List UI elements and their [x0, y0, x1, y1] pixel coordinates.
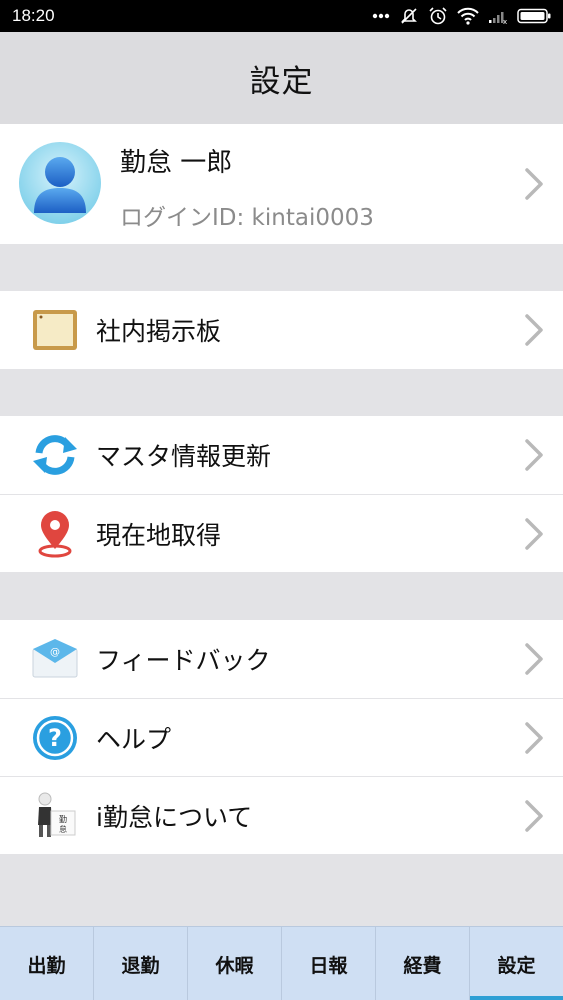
menu-item-label: i勤怠について	[96, 802, 253, 832]
tab-clock-in[interactable]: 出勤	[0, 927, 93, 1000]
profile-section: 勤怠 一郎 ログインID: kintai0003	[0, 124, 563, 244]
help-icon: ?	[30, 713, 80, 763]
about-icon: 勤 怠	[30, 791, 80, 841]
mute-icon	[399, 6, 419, 26]
menu-group-data: マスタ情報更新 現在地取得	[0, 416, 563, 572]
bottom-tab-bar: 出勤 退勤 休暇 日報 経費 設定	[0, 926, 563, 1000]
tab-daily-report[interactable]: 日報	[281, 927, 375, 1000]
status-icons: x	[372, 6, 551, 26]
login-id: ログインID: kintai0003	[120, 205, 374, 231]
wifi-icon	[457, 7, 479, 25]
tab-clock-out[interactable]: 退勤	[93, 927, 187, 1000]
page-title: 設定	[249, 63, 314, 100]
signal-icon: x	[488, 8, 508, 24]
chevron-right-icon	[525, 721, 543, 754]
svg-text:x: x	[503, 18, 507, 24]
more-dots-icon	[372, 13, 390, 19]
svg-text:怠: 怠	[59, 824, 67, 834]
menu-item-label: ヘルプ	[96, 724, 172, 754]
tab-expenses[interactable]: 経費	[375, 927, 469, 1000]
menu-group-bulletin: 社内掲示板	[0, 291, 563, 369]
battery-icon	[517, 8, 551, 24]
menu-item-master-update[interactable]: マスタ情報更新	[0, 416, 563, 494]
svg-text:?: ?	[48, 724, 62, 752]
chevron-right-icon	[525, 799, 543, 832]
chevron-right-icon	[525, 439, 543, 471]
menu-item-label: 現在地取得	[96, 520, 222, 550]
menu-item-label: 社内掲示板	[96, 317, 222, 346]
chevron-right-icon	[525, 517, 543, 550]
svg-text:@: @	[50, 647, 60, 658]
chevron-right-icon	[525, 643, 543, 675]
user-avatar-icon	[18, 141, 102, 225]
menu-item-feedback[interactable]: @ フィードバック	[0, 620, 563, 698]
refresh-icon	[30, 430, 80, 480]
menu-group-support: @ フィードバック ? ヘルプ 勤 怠 i勤怠について	[0, 620, 563, 854]
svg-text:勤: 勤	[59, 814, 67, 824]
profile-name: 勤怠 一郎	[120, 148, 233, 178]
menu-item-bulletin-board[interactable]: 社内掲示板	[0, 291, 563, 369]
menu-item-label: マスタ情報更新	[96, 442, 272, 471]
mail-icon: @	[30, 634, 80, 684]
tab-settings[interactable]: 設定	[469, 927, 563, 1000]
menu-item-current-location[interactable]: 現在地取得	[0, 494, 563, 572]
status-time: 18:20	[12, 6, 55, 25]
profile-row[interactable]: 勤怠 一郎 ログインID: kintai0003	[0, 124, 563, 244]
location-pin-icon	[30, 509, 80, 559]
bulletin-board-icon	[30, 305, 80, 355]
menu-item-about[interactable]: 勤 怠 i勤怠について	[0, 776, 563, 854]
alarm-icon	[428, 6, 448, 26]
status-bar: 18:20 x	[0, 0, 563, 32]
tab-leave[interactable]: 休暇	[187, 927, 281, 1000]
menu-item-label: フィードバック	[96, 646, 271, 675]
chevron-right-icon	[525, 314, 543, 346]
header: 設定	[0, 32, 563, 124]
menu-item-help[interactable]: ? ヘルプ	[0, 698, 563, 776]
chevron-right-icon	[525, 168, 543, 200]
